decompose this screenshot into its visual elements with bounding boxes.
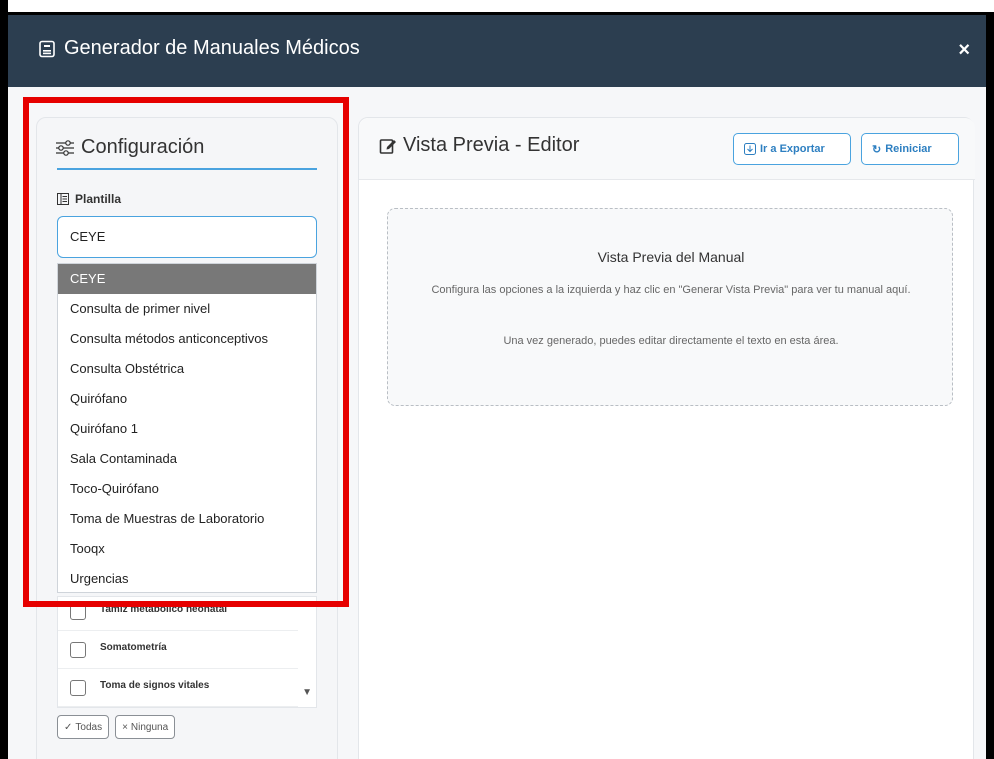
reset-label: Reiniciar	[885, 143, 932, 155]
config-panel: Configuración Plantilla CEYE CEYE Consul…	[36, 117, 338, 759]
export-label: Ir a Exportar	[760, 143, 825, 155]
plantilla-label-text: Plantilla	[75, 192, 122, 206]
preview-header: Vista Previa - Editor Ir a Exportar ↻ Re…	[359, 118, 975, 180]
dropdown-option-consulta-metodos[interactable]: Consulta métodos anticonceptivos	[58, 324, 316, 354]
modal-body: Configuración Plantilla CEYE CEYE Consul…	[8, 87, 986, 759]
list-item[interactable]: Somatometría	[58, 631, 298, 669]
sliders-icon	[56, 139, 74, 156]
manual-generator-modal: Generador de Manuales Médicos × Configur…	[8, 15, 986, 759]
preview-panel: Vista Previa - Editor Ir a Exportar ↻ Re…	[358, 117, 975, 759]
list-item[interactable]: Tamiz metabólico neonatal	[58, 593, 298, 631]
modal-title-text: Generador de Manuales Médicos	[64, 37, 360, 59]
edit-icon	[379, 138, 396, 154]
preview-box-description: Configura las opciones a la izquierda y …	[431, 284, 911, 296]
list-item[interactable]: Toma de signos vitales	[58, 669, 298, 707]
preview-title-text: Vista Previa - Editor	[403, 134, 580, 156]
dropdown-option-toco-quirofano[interactable]: Toco-Quirófano	[58, 474, 316, 504]
config-title-underline	[57, 168, 317, 170]
checkbox[interactable]	[70, 680, 86, 696]
checkbox-label: Toma de signos vitales	[100, 680, 210, 691]
list-icon	[57, 193, 69, 205]
preview-title: Vista Previa - Editor	[379, 134, 579, 157]
dropdown-option-consulta-obstetrica[interactable]: Consulta Obstétrica	[58, 354, 316, 384]
preview-box-note: Una vez generado, puedes editar directam…	[503, 335, 839, 347]
download-icon	[744, 143, 756, 155]
preview-box-title: Vista Previa del Manual	[597, 249, 745, 265]
select-all-label: Todas	[75, 721, 103, 733]
preview-placeholder[interactable]: Vista Previa del Manual Configura las op…	[387, 208, 953, 406]
x-icon: ×	[122, 721, 128, 733]
document-icon	[39, 40, 55, 57]
select-all-button[interactable]: ✓ Todas	[57, 715, 110, 739]
select-none-button[interactable]: × Ninguna	[115, 715, 176, 739]
dropdown-option-sala-contaminada[interactable]: Sala Contaminada	[58, 444, 316, 474]
dropdown-option-tooqx[interactable]: Tooqx	[58, 534, 316, 564]
check-icon: ✓	[64, 721, 73, 733]
close-icon[interactable]: ×	[958, 39, 970, 62]
plantilla-select[interactable]: CEYE	[57, 216, 317, 258]
dropdown-option-ceye[interactable]: CEYE	[58, 264, 316, 294]
checkbox-label: Tamiz metabólico neonatal	[100, 604, 228, 615]
config-title-text: Configuración	[81, 136, 205, 158]
checkbox[interactable]	[70, 642, 86, 658]
config-title: Configuración	[55, 136, 204, 159]
select-buttons: ✓ Todas × Ninguna	[57, 715, 176, 739]
refresh-icon: ↻	[872, 143, 882, 156]
plantilla-label: Plantilla	[57, 192, 121, 206]
frame-left-border	[0, 0, 8, 759]
export-button[interactable]: Ir a Exportar	[733, 133, 851, 165]
frame-right-border	[986, 12, 994, 759]
plantilla-dropdown: CEYE Consulta de primer nivel Consulta m…	[57, 263, 317, 593]
modal-header: Generador de Manuales Médicos ×	[8, 15, 986, 87]
dropdown-option-toma-muestras[interactable]: Toma de Muestras de Laboratorio	[58, 504, 316, 534]
dropdown-option-quirofano[interactable]: Quirófano	[58, 384, 316, 414]
dropdown-option-urgencias[interactable]: Urgencias	[58, 564, 316, 594]
checkbox-label: Somatometría	[100, 642, 167, 653]
dropdown-option-consulta-primer-nivel[interactable]: Consulta de primer nivel	[58, 294, 316, 324]
checkbox[interactable]	[70, 604, 86, 620]
reset-button[interactable]: ↻ Reiniciar	[861, 133, 959, 165]
select-none-label: Ninguna	[130, 721, 169, 733]
modal-title: Generador de Manuales Médicos	[38, 37, 360, 60]
dropdown-option-quirofano-1[interactable]: Quirófano 1	[58, 414, 316, 444]
scroll-down-icon[interactable]: ▼	[302, 687, 312, 698]
procedures-checklist[interactable]: Tamiz metabólico neonatal Somatometría T…	[57, 596, 317, 708]
